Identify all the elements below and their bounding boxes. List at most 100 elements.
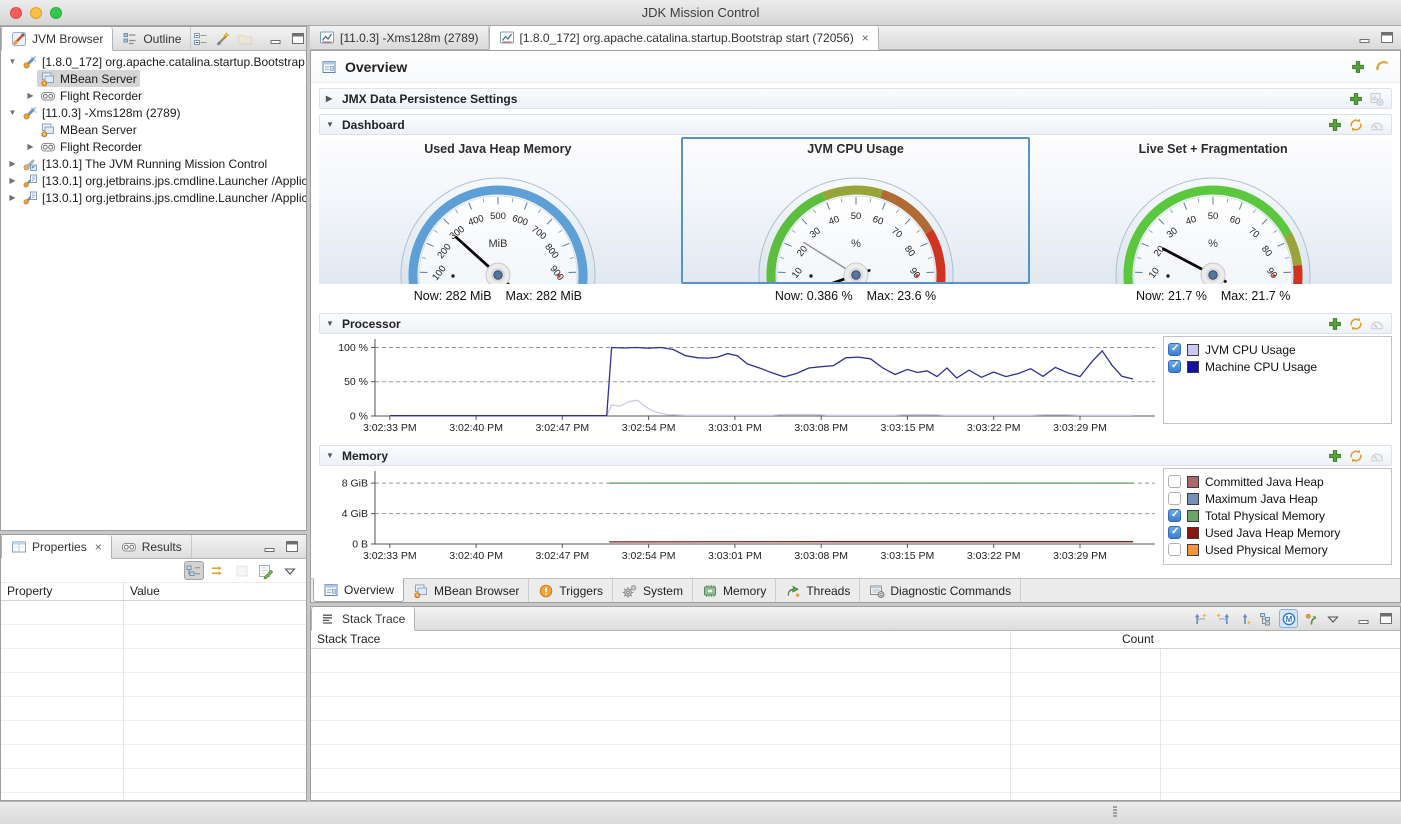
plus-icon[interactable] <box>1327 448 1343 464</box>
legend-checkbox[interactable] <box>1168 492 1181 505</box>
gauge-live-set-fragmentation[interactable]: Live Set + Fragmentation0102030405060708… <box>1034 137 1392 284</box>
plus-icon[interactable] <box>1327 316 1343 332</box>
minimize-editor-button[interactable] <box>1355 28 1374 47</box>
new-view-icon[interactable] <box>1301 609 1320 628</box>
nav-frame-reset-icon[interactable] <box>1235 609 1254 628</box>
view-menu-icon[interactable] <box>280 561 300 580</box>
chevron-right-icon[interactable]: ▶ <box>6 193 19 202</box>
tab-properties[interactable]: Properties× <box>1 535 112 559</box>
legend-item[interactable]: JVM CPU Usage <box>1168 341 1387 358</box>
plus-icon[interactable] <box>1350 59 1366 75</box>
minimize-view-button[interactable] <box>1354 609 1373 628</box>
tab-stack-trace[interactable]: Stack Trace <box>311 607 415 631</box>
refresh-icon[interactable] <box>1348 316 1364 332</box>
close-tab-icon[interactable]: × <box>862 32 869 44</box>
tree-item[interactable]: MBean Server <box>1 121 306 138</box>
new-connection-icon[interactable] <box>213 29 232 48</box>
tree-item[interactable]: ▶Flight Recorder <box>1 87 306 104</box>
plus-icon[interactable] <box>1348 91 1364 107</box>
section-dashboard[interactable]: ▼ Dashboard <box>319 114 1392 135</box>
tree-item[interactable]: ▶[13.0.1] org.jetbrains.jps.cmdline.Laun… <box>1 172 306 189</box>
maximize-view-button[interactable] <box>288 29 307 48</box>
refresh-icon[interactable] <box>1348 117 1364 133</box>
legend-item[interactable]: Committed Java Heap <box>1168 473 1387 490</box>
svg-text:50: 50 <box>850 211 861 222</box>
tab-jvm-browser[interactable]: JVM Browser <box>1 27 113 51</box>
chevron-right-icon[interactable]: ▶ <box>24 91 37 100</box>
nav-frame-start-icon[interactable] <box>1191 609 1210 628</box>
tree-item[interactable]: ▶Flight Recorder <box>1 138 306 155</box>
gauge-used-java-heap-memory[interactable]: Used Java Heap Memory0100200300400500600… <box>319 137 677 284</box>
accessibility-icon[interactable] <box>1369 117 1385 133</box>
edit-icon[interactable] <box>256 561 276 580</box>
table-row <box>1 625 306 649</box>
section-processor[interactable]: ▼ Processor <box>319 313 1392 334</box>
statusbar-drag-handle[interactable] <box>1113 806 1117 817</box>
view-tab-diagnostic-commands[interactable]: Diagnostic Commands <box>860 579 1021 602</box>
close-window-button[interactable] <box>10 7 22 19</box>
view-tab-memory[interactable]: Memory <box>693 579 776 602</box>
gauge-jvm-cpu-usage[interactable]: JVM CPU Usage0102030405060708090100% <box>677 137 1035 284</box>
editor-tab[interactable]: [11.0.3] -Xms128m (2789) <box>310 26 489 49</box>
view-tab-overview[interactable]: Overview <box>313 578 404 602</box>
collapse-all-icon[interactable] <box>191 29 210 48</box>
view-tab-system[interactable]: System <box>613 579 693 602</box>
minimize-view-button[interactable] <box>260 537 279 556</box>
legend-checkbox[interactable] <box>1168 360 1181 373</box>
tree-mode-icon[interactable] <box>184 561 204 580</box>
tab-outline[interactable]: Outline <box>113 27 191 50</box>
chevron-down-icon[interactable]: ▼ <box>6 57 19 66</box>
section-jmx-persistence[interactable]: ▶ JMX Data Persistence Settings <box>319 88 1392 109</box>
editor-tab[interactable]: [1.8.0_172] org.apache.catalina.startup.… <box>489 26 879 50</box>
link-with-selection-icon[interactable] <box>208 561 228 580</box>
chevron-right-icon[interactable]: ▶ <box>6 176 19 185</box>
minimize-view-button[interactable] <box>266 29 285 48</box>
accessibility-icon[interactable] <box>1369 316 1385 332</box>
legend-item[interactable]: Total Physical Memory <box>1168 507 1387 524</box>
view-tab-triggers[interactable]: Triggers <box>529 579 613 602</box>
chevron-down-icon: ▼ <box>326 451 336 460</box>
stack-trace-column-header[interactable]: Stack Trace <box>311 631 1010 648</box>
property-column-header[interactable]: Property <box>1 583 123 600</box>
legend-checkbox[interactable] <box>1168 509 1181 522</box>
legend-checkbox[interactable] <box>1168 475 1181 488</box>
tree-layout-icon[interactable] <box>1257 609 1276 628</box>
count-column-header[interactable]: Count <box>1010 631 1160 648</box>
chevron-down-icon[interactable]: ▼ <box>6 108 19 117</box>
accessibility-mode-icon[interactable] <box>1374 59 1390 75</box>
legend-item[interactable]: Used Java Heap Memory <box>1168 524 1387 541</box>
refresh-icon[interactable] <box>1348 448 1364 464</box>
maximize-view-button[interactable] <box>1376 609 1395 628</box>
zoom-window-button[interactable] <box>50 7 62 19</box>
pin-icon[interactable] <box>232 561 252 580</box>
legend-item[interactable]: Maximum Java Heap <box>1168 490 1387 507</box>
legend-checkbox[interactable] <box>1168 343 1181 356</box>
method-format-icon[interactable]: M <box>1279 609 1298 628</box>
view-tab-threads[interactable]: Threads <box>776 579 860 602</box>
tree-item[interactable]: ▼[1.8.0_172] org.apache.catalina.startup… <box>1 53 306 70</box>
tree-item[interactable]: ▶[13.0.1] org.jetbrains.jps.cmdline.Laun… <box>1 189 306 206</box>
plus-icon[interactable] <box>1327 117 1343 133</box>
section-memory[interactable]: ▼ Memory <box>319 445 1392 466</box>
tree-item[interactable]: ▶[13.0.1] The JVM Running Mission Contro… <box>1 155 306 172</box>
tree-item[interactable]: MBean Server <box>1 70 306 87</box>
accessibility-icon[interactable] <box>1369 448 1385 464</box>
chevron-right-icon[interactable]: ▶ <box>6 159 19 168</box>
nav-frame-forward-icon[interactable] <box>1213 609 1232 628</box>
maximize-editor-button[interactable] <box>1377 28 1396 47</box>
tab-results[interactable]: Results <box>112 535 192 558</box>
legend-item[interactable]: Used Physical Memory <box>1168 541 1387 558</box>
legend-checkbox[interactable] <box>1168 543 1181 556</box>
chevron-right-icon[interactable]: ▶ <box>24 142 37 151</box>
view-menu-icon[interactable] <box>1323 609 1342 628</box>
legend-checkbox[interactable] <box>1168 526 1181 539</box>
chart-export-icon[interactable] <box>1369 91 1385 107</box>
value-column-header[interactable]: Value <box>123 583 306 600</box>
tree-item[interactable]: ▼[11.0.3] -Xms128m (2789) <box>1 104 306 121</box>
minimize-window-button[interactable] <box>30 7 42 19</box>
new-folder-icon[interactable] <box>235 29 254 48</box>
legend-item[interactable]: Machine CPU Usage <box>1168 358 1387 375</box>
view-tab-mbean-browser[interactable]: MBean Browser <box>404 579 529 602</box>
close-tab-icon[interactable]: × <box>95 541 102 553</box>
maximize-view-button[interactable] <box>282 537 301 556</box>
